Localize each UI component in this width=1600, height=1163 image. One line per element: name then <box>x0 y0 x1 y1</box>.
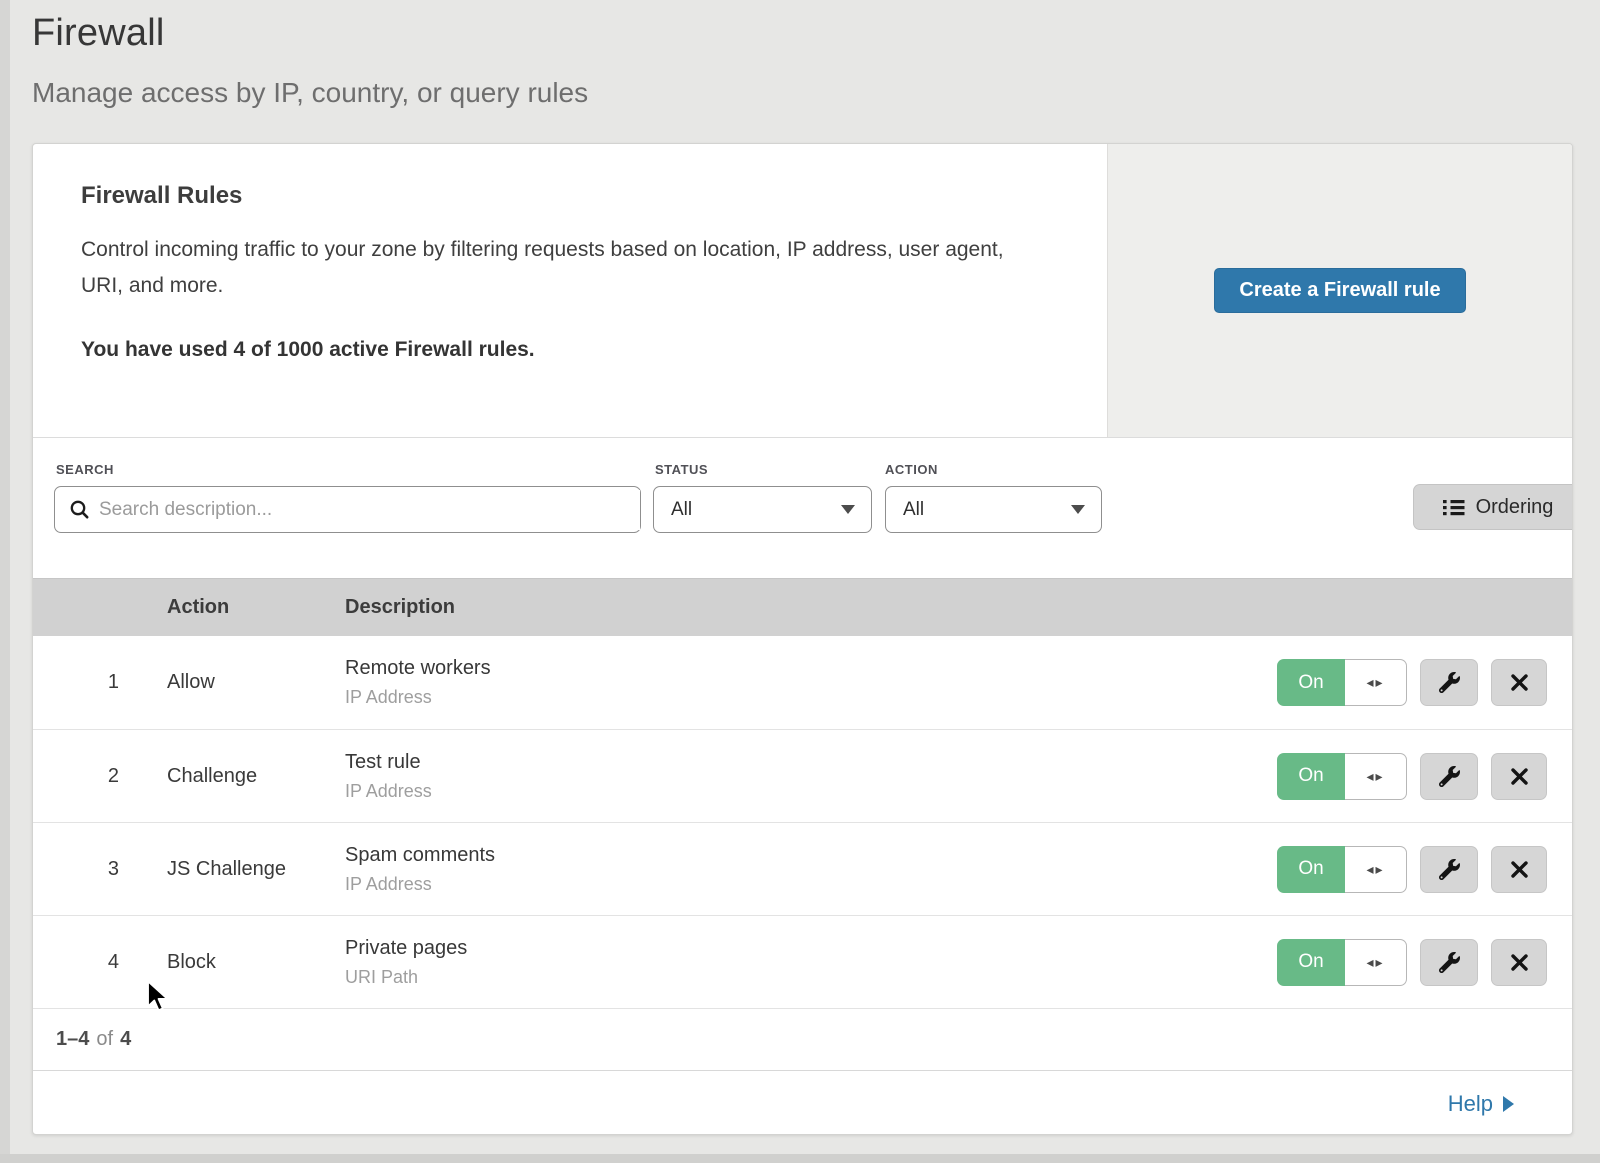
rules-intro-side-panel: Create a Firewall rule <box>1107 144 1572 437</box>
search-input[interactable] <box>99 490 640 530</box>
rule-priority: 3 <box>33 858 119 881</box>
status-select-value: All <box>671 499 692 521</box>
status-label: STATUS <box>655 462 708 477</box>
create-firewall-rule-button[interactable]: Create a Firewall rule <box>1214 268 1465 313</box>
action-select[interactable]: All <box>885 486 1102 533</box>
delete-rule-button[interactable] <box>1491 939 1547 986</box>
pagination-total: 4 <box>120 1028 131 1051</box>
ordering-button[interactable]: Ordering <box>1413 484 1573 530</box>
rule-match-type: IP Address <box>345 781 432 802</box>
rule-match-type: IP Address <box>345 874 495 895</box>
ordering-button-label: Ordering <box>1476 496 1554 519</box>
rules-card-description: Control incoming traffic to your zone by… <box>81 232 1031 304</box>
rule-enabled-toggle[interactable]: On ◂▸ <box>1277 659 1407 706</box>
chevron-down-icon <box>841 505 855 514</box>
rule-priority: 1 <box>33 671 119 694</box>
rule-action: Block <box>167 951 345 974</box>
rule-priority: 4 <box>33 951 119 974</box>
rule-enabled-toggle[interactable]: On ◂▸ <box>1277 846 1407 893</box>
rule-action: JS Challenge <box>167 858 345 881</box>
edit-rule-button[interactable] <box>1420 753 1478 800</box>
wrench-icon <box>1439 766 1460 787</box>
rules-card-title: Firewall Rules <box>81 182 1107 210</box>
search-label: SEARCH <box>56 462 114 477</box>
toggle-on-label: On <box>1277 659 1345 706</box>
edit-rule-button[interactable] <box>1420 659 1478 706</box>
delete-rule-button[interactable] <box>1491 659 1547 706</box>
rule-enabled-toggle[interactable]: On ◂▸ <box>1277 753 1407 800</box>
toggle-on-label: On <box>1277 939 1345 986</box>
column-header-action: Action <box>167 596 345 619</box>
delete-rule-button[interactable] <box>1491 846 1547 893</box>
page-title: Firewall <box>32 12 588 55</box>
search-icon <box>69 499 90 520</box>
close-icon <box>1510 860 1529 879</box>
action-label: ACTION <box>885 462 938 477</box>
toggle-arrows-icon: ◂▸ <box>1345 659 1407 706</box>
ordering-list-icon <box>1443 499 1465 516</box>
firewall-rules-card: Firewall Rules Control incoming traffic … <box>32 143 1573 1135</box>
table-row: 4 Block Private pages URI Path On ◂▸ <box>33 915 1572 1008</box>
toggle-arrows-icon: ◂▸ <box>1345 846 1407 893</box>
close-icon <box>1510 673 1529 692</box>
rule-description: Private pages <box>345 937 467 960</box>
help-arrow-icon <box>1503 1096 1514 1112</box>
rule-action: Challenge <box>167 765 345 788</box>
pagination: 1–4 of 4 <box>33 1008 1572 1070</box>
rule-action: Allow <box>167 671 345 694</box>
column-header-description: Description <box>345 596 455 619</box>
card-footer: Help <box>33 1070 1572 1135</box>
page-header: Firewall Manage access by IP, country, o… <box>32 12 588 109</box>
edit-rule-button[interactable] <box>1420 939 1478 986</box>
toggle-arrows-icon: ◂▸ <box>1345 939 1407 986</box>
delete-rule-button[interactable] <box>1491 753 1547 800</box>
rule-description: Remote workers <box>345 657 491 680</box>
table-row: 3 JS Challenge Spam comments IP Address … <box>33 822 1572 915</box>
wrench-icon <box>1439 952 1460 973</box>
pagination-range: 1–4 <box>56 1028 89 1051</box>
wrench-icon <box>1439 672 1460 693</box>
help-link-label: Help <box>1448 1091 1493 1117</box>
mouse-cursor <box>145 980 171 1012</box>
toggle-on-label: On <box>1277 846 1345 893</box>
search-box[interactable] <box>54 486 641 533</box>
wrench-icon <box>1439 859 1460 880</box>
chevron-down-icon <box>1071 505 1085 514</box>
help-link[interactable]: Help <box>1448 1091 1514 1117</box>
table-row: 2 Challenge Test rule IP Address On ◂▸ <box>33 729 1572 822</box>
rule-description: Spam comments <box>345 844 495 867</box>
close-icon <box>1510 767 1529 786</box>
rules-intro-text: Firewall Rules Control incoming traffic … <box>33 144 1107 437</box>
pagination-of-label: of <box>96 1028 113 1051</box>
rule-match-type: IP Address <box>345 687 491 708</box>
status-select[interactable]: All <box>653 486 872 533</box>
window-edge <box>0 0 10 1163</box>
rule-enabled-toggle[interactable]: On ◂▸ <box>1277 939 1407 986</box>
edit-rule-button[interactable] <box>1420 846 1478 893</box>
rule-description: Test rule <box>345 751 432 774</box>
window-edge <box>0 1154 1600 1163</box>
page-subtitle: Manage access by IP, country, or query r… <box>32 77 588 109</box>
table-row: 1 Allow Remote workers IP Address On ◂▸ <box>33 636 1572 729</box>
table-header: Action Description <box>33 578 1572 636</box>
action-select-value: All <box>903 499 924 521</box>
toggle-on-label: On <box>1277 753 1345 800</box>
rules-intro-section: Firewall Rules Control incoming traffic … <box>33 144 1572 438</box>
rules-table-body: 1 Allow Remote workers IP Address On ◂▸ <box>33 636 1572 1008</box>
toggle-arrows-icon: ◂▸ <box>1345 753 1407 800</box>
filters-section: SEARCH STATUS ACTION All All Ordering <box>33 438 1572 578</box>
rule-priority: 2 <box>33 765 119 788</box>
close-icon <box>1510 953 1529 972</box>
rule-match-type: URI Path <box>345 967 467 988</box>
rules-usage-text: You have used 4 of 1000 active Firewall … <box>81 338 1107 362</box>
